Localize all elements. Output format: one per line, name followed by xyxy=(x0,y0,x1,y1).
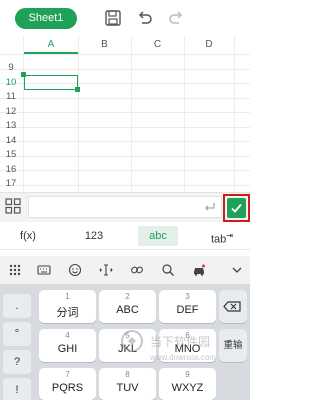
row-header-9[interactable]: 9 xyxy=(0,61,22,76)
selection-handle[interactable] xyxy=(21,72,26,77)
backspace-key[interactable] xyxy=(219,290,247,323)
key-label: ABC xyxy=(116,304,139,316)
grid-line xyxy=(0,170,250,171)
car-icon[interactable] xyxy=(192,263,206,277)
watermark: 当下软件园 www.downxia.com xyxy=(120,325,250,395)
row-header-16[interactable]: 16 xyxy=(0,163,22,178)
key-1[interactable]: 1 分词 xyxy=(39,290,96,323)
key-4[interactable]: 4 GHI xyxy=(39,329,96,362)
mode-fx[interactable]: f(x) xyxy=(12,226,44,246)
search-icon[interactable] xyxy=(161,263,175,277)
formula-input[interactable] xyxy=(28,196,222,218)
enter-icon[interactable] xyxy=(203,200,217,214)
selection-handle[interactable] xyxy=(75,87,80,92)
row-header-13[interactable]: 13 xyxy=(0,119,22,134)
side-key-exclaim[interactable]: ! xyxy=(3,378,31,400)
side-key-degree[interactable]: ° xyxy=(3,322,31,346)
menu-grid-icon[interactable] xyxy=(8,263,22,277)
cell-grid-icon[interactable] xyxy=(5,198,21,214)
grid-line xyxy=(131,36,132,192)
grid-line xyxy=(0,141,250,142)
key-label: GHI xyxy=(57,343,78,355)
mode-abc[interactable]: abc xyxy=(138,226,178,246)
mode-123[interactable]: 123 xyxy=(78,226,110,246)
grid-line xyxy=(0,112,250,113)
watermark-url: www.downxia.com xyxy=(150,353,216,362)
emoji-icon[interactable] xyxy=(68,263,82,277)
watermark-logo-icon xyxy=(121,330,143,352)
row-header-14[interactable]: 14 xyxy=(0,134,22,149)
key-label: 分词 xyxy=(56,307,79,319)
key-label: PQRS xyxy=(51,382,84,394)
top-toolbar: Sheet1 xyxy=(0,0,250,36)
key-number: 3 xyxy=(185,292,190,301)
column-header-a[interactable]: A xyxy=(24,36,78,54)
side-key-period[interactable]: . xyxy=(3,294,31,318)
cursor-move-icon[interactable] xyxy=(99,263,113,277)
key-3[interactable]: 3 DEF xyxy=(159,290,216,323)
undo-icon[interactable] xyxy=(136,9,154,27)
chevron-down-icon[interactable] xyxy=(230,263,244,277)
key-2[interactable]: 2 ABC xyxy=(99,290,156,323)
key-number: 4 xyxy=(65,331,70,340)
redo-icon[interactable] xyxy=(167,9,185,27)
key-number: 1 xyxy=(65,292,70,301)
key-7[interactable]: 7 PQRS xyxy=(39,368,96,400)
mode-tab-label: tab xyxy=(211,233,227,246)
row-header-10[interactable]: 10 xyxy=(0,76,22,91)
grid-line xyxy=(0,97,250,99)
spreadsheet-grid[interactable]: A B C D 9 10 11 12 13 14 15 16 17 xyxy=(0,36,250,192)
key-label: DEF xyxy=(176,304,199,316)
watermark-title: 当下软件园 xyxy=(150,335,211,349)
row-header-17[interactable]: 17 xyxy=(0,177,22,192)
side-key-question[interactable]: ? xyxy=(3,350,31,374)
grid-line xyxy=(0,126,250,128)
column-header-c[interactable]: C xyxy=(131,36,184,54)
column-header-d[interactable]: D xyxy=(184,36,234,54)
key-number: 7 xyxy=(65,370,70,379)
row-header-12[interactable]: 12 xyxy=(0,105,22,120)
grid-line xyxy=(78,36,79,192)
confirm-button[interactable] xyxy=(227,198,246,218)
grid-line xyxy=(0,68,250,70)
grid-line xyxy=(23,36,24,192)
formula-bar xyxy=(0,192,250,222)
grid-line xyxy=(0,184,250,186)
grid-line xyxy=(0,54,250,55)
save-icon[interactable] xyxy=(104,9,122,27)
selected-cell[interactable] xyxy=(24,75,78,90)
sheet-tab[interactable]: Sheet1 xyxy=(15,8,77,29)
link-icon[interactable] xyxy=(130,263,144,277)
row-header-11[interactable]: 11 xyxy=(0,90,22,105)
grid-line xyxy=(0,155,250,157)
keyboard-toolbar xyxy=(0,256,250,284)
grid-line xyxy=(184,36,185,192)
grid-line xyxy=(234,36,235,192)
input-mode-bar: f(x) 123 abc tab⇥ xyxy=(0,222,250,250)
mode-tab-arrow: ⇥ xyxy=(226,231,233,240)
key-number: 2 xyxy=(125,292,130,301)
keyboard-icon[interactable] xyxy=(37,263,51,277)
check-icon xyxy=(231,203,242,213)
backspace-icon xyxy=(223,301,241,312)
column-header-b[interactable]: B xyxy=(78,36,131,54)
confirm-highlight xyxy=(223,194,250,222)
row-header-15[interactable]: 15 xyxy=(0,148,22,163)
mode-tab[interactable]: tab⇥ xyxy=(206,226,238,246)
